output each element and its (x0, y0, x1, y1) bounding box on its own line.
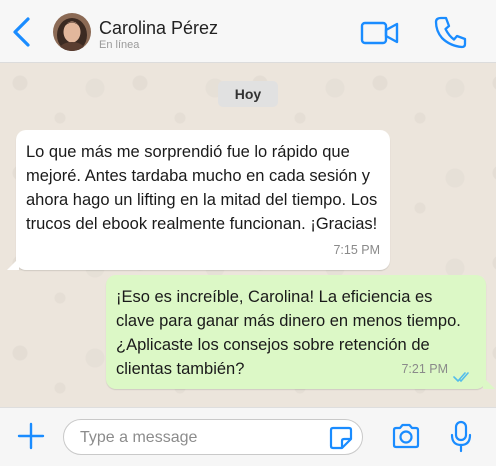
date-divider: Hoy (218, 81, 278, 107)
message-input[interactable]: Type a message (63, 419, 363, 455)
message-time: 7:15 PM (333, 243, 380, 257)
plus-icon[interactable] (16, 421, 46, 451)
camera-icon[interactable] (390, 420, 422, 452)
video-camera-icon[interactable] (360, 18, 400, 48)
contact-name[interactable]: Carolina Pérez (99, 18, 218, 39)
message-outgoing[interactable]: ¡Eso es increíble, Carolina! La eficienc… (106, 275, 495, 389)
microphone-icon[interactable] (449, 420, 473, 454)
message-incoming[interactable]: Lo que más me sorprendió fue lo rápido q… (7, 130, 390, 270)
chat-header: Carolina Pérez En línea (0, 0, 496, 63)
double-check-icon (453, 367, 473, 383)
message-input-placeholder: Type a message (80, 429, 198, 446)
message-time: 7:21 PM (401, 362, 448, 376)
sticker-icon[interactable] (328, 425, 354, 451)
phone-icon[interactable] (432, 13, 470, 51)
message-text: Lo que más me sorprendió fue lo rápido q… (26, 143, 378, 233)
chevron-left-icon[interactable] (8, 14, 36, 50)
chat-area[interactable]: Hoy Lo que más me sorprendió fue lo rápi… (0, 63, 496, 407)
message-composer: Type a message (0, 407, 496, 466)
contact-status: En línea (99, 39, 140, 51)
avatar[interactable] (53, 13, 91, 51)
